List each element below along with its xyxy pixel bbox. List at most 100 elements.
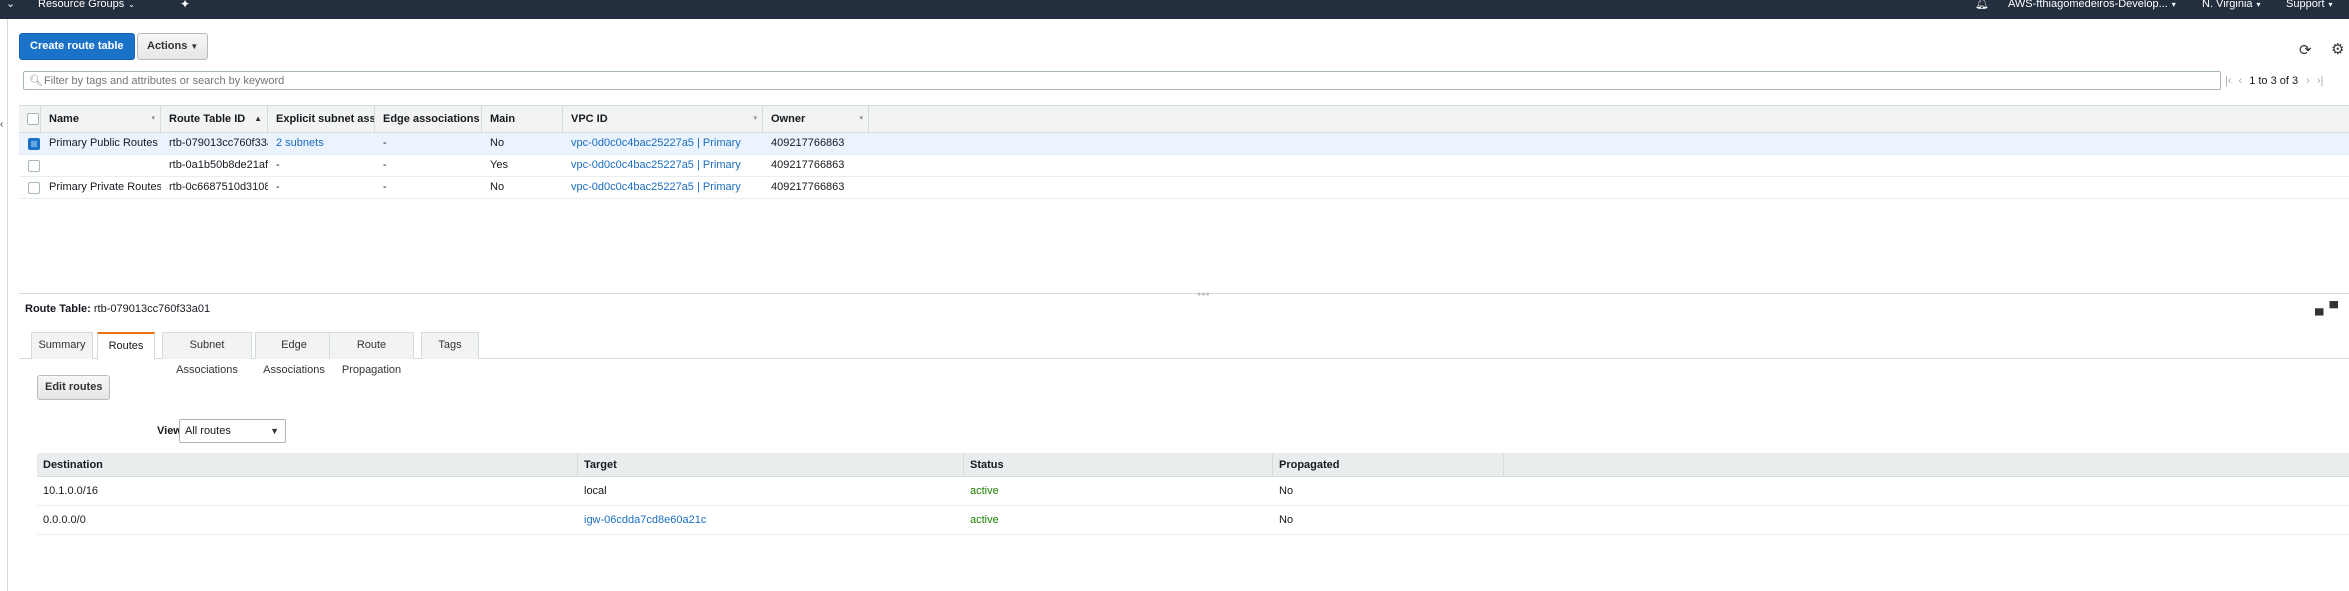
resource-groups-label: Resource Groups <box>38 0 125 10</box>
col-name[interactable]: Name ▾ <box>41 106 161 132</box>
grip-icon[interactable]: ●●● <box>1197 291 1210 298</box>
route-destination: 0.0.0.0/0 <box>43 514 86 526</box>
row-edge: - <box>383 159 387 171</box>
search-input[interactable] <box>44 74 2214 88</box>
support-label: Support <box>2286 0 2325 10</box>
pane-top-icon[interactable]: ▀ <box>2330 301 2345 315</box>
vpc-link[interactable]: vpc-0d0c0c4bac25227a5 | Primary <box>571 159 741 171</box>
chevron-down-icon: ⌄ <box>128 0 135 9</box>
row-name: Primary Private Routes <box>49 181 161 193</box>
row-route-table-id: rtb-0c6687510d3108e5f <box>169 181 268 193</box>
edit-routes-button[interactable]: Edit routes <box>37 375 111 400</box>
route-row: 0.0.0.0/0 igw-06cdda7cd8e60a21c active N… <box>37 506 2349 535</box>
col-main[interactable]: Main <box>482 106 563 132</box>
pagination: |‹ ‹ 1 to 3 of 3 › ›| <box>2225 72 2330 90</box>
next-page-icon[interactable]: › <box>2306 75 2310 87</box>
pane-splitter[interactable]: ●●● <box>19 291 2349 298</box>
refresh-icon[interactable]: ⟳ <box>2299 41 2312 59</box>
select-all-cell <box>19 106 41 132</box>
col-propagated[interactable]: Propagated <box>1273 453 1504 476</box>
resource-groups-menu[interactable]: Resource Groups ⌄ <box>38 0 135 19</box>
tab-subnet-associations[interactable]: Subnet Associations <box>162 332 252 376</box>
route-target[interactable]: igw-06cdda7cd8e60a21c <box>578 506 964 534</box>
last-page-icon[interactable]: ›| <box>2317 75 2324 87</box>
tab-routes[interactable]: Routes <box>97 332 155 360</box>
detail-title-id: rtb-079013cc760f33a01 <box>93 303 211 315</box>
table-row[interactable]: Primary Private Routes rtb-0c6687510d310… <box>19 177 2349 199</box>
select-all-checkbox[interactable] <box>27 113 39 125</box>
row-name <box>41 155 161 176</box>
row-edge: - <box>383 181 387 193</box>
col-status[interactable]: Status <box>964 453 1273 476</box>
detail-title-label: Route Table: <box>25 303 91 315</box>
col-owner[interactable]: Owner ▾ <box>763 106 869 132</box>
sort-icon: ▾ <box>753 115 757 122</box>
main-content: Create route table Actions ▼ ⟳ ⚙ 🔍︎ |‹ ‹ 1… <box>9 19 2349 591</box>
prev-page-icon[interactable]: ‹ <box>2239 75 2243 87</box>
row-main: No <box>490 181 505 193</box>
pane-layout-icons: ▄▀ <box>2315 301 2344 315</box>
support-menu[interactable]: Support ▾ <box>2286 0 2333 19</box>
chevron-down-icon: ▼ <box>190 42 199 51</box>
col-explicit-subnet[interactable]: Explicit subnet association <box>268 106 375 132</box>
pane-bottom-icon[interactable]: ▄ <box>2315 301 2330 315</box>
create-route-table-button[interactable]: Create route table <box>19 33 135 60</box>
tab-tags[interactable]: Tags <box>421 332 479 359</box>
col-vpc-id[interactable]: VPC ID ▾ <box>563 106 763 132</box>
row-vpc[interactable]: vpc-0d0c0c4bac25227a5 | Primary <box>563 177 763 198</box>
subnets-link[interactable]: 2 subnets <box>276 137 324 149</box>
igw-link[interactable]: igw-06cdda7cd8e60a21c <box>584 514 706 526</box>
row-checkbox[interactable] <box>28 182 40 194</box>
pin-icon[interactable]: ✦ <box>180 0 190 19</box>
sort-icon: ▾ <box>151 115 155 122</box>
route-tables-grid: Name ▾ Route Table ID ▲ Explicit subnet as… <box>19 105 2349 199</box>
first-page-icon[interactable]: |‹ <box>2225 75 2232 87</box>
col-name-label: Name <box>49 113 79 125</box>
vpc-link[interactable]: vpc-0d0c0c4bac25227a5 | Primary <box>571 181 741 193</box>
chevron-down-icon: ▾ <box>2328 0 2333 9</box>
actions-button[interactable]: Actions ▼ <box>137 33 209 60</box>
row-subnet: - <box>276 181 280 193</box>
tab-summary[interactable]: Summary <box>31 332 93 359</box>
search-icon: 🔍︎ <box>29 75 43 87</box>
account-menu[interactable]: AWS-fthiagomedeiros-Develop... ▾ <box>2008 0 2176 19</box>
chevron-down-icon: ▼ <box>270 426 279 436</box>
col-target[interactable]: Target <box>578 453 964 476</box>
col-explicit-subnet-label: Explicit subnet association <box>276 113 374 125</box>
row-checkbox[interactable] <box>28 160 40 172</box>
detail-tabs: Summary Routes Subnet Associations Edge … <box>19 332 2349 376</box>
table-row[interactable]: Primary Public Routes rtb-079013cc760f33… <box>19 133 2349 155</box>
region-menu[interactable]: N. Virginia ▾ <box>2202 0 2261 19</box>
chevron-down-icon: ▾ <box>2171 0 2176 9</box>
bell-icon[interactable]: 🔔︎ <box>1975 0 1989 19</box>
view-select[interactable]: All routes ▼ <box>179 419 286 443</box>
table-row[interactable]: rtb-0a1b50b8de21af592 - - Yes vpc-0d0c0c… <box>19 155 2349 177</box>
sidebar-toggle-icon[interactable]: ‹ <box>0 119 3 130</box>
row-subnet-link[interactable]: 2 subnets <box>268 133 375 154</box>
col-route-table-id[interactable]: Route Table ID ▲ <box>161 106 268 132</box>
col-destination[interactable]: Destination <box>37 453 578 476</box>
row-route-table-id: rtb-0a1b50b8de21af592 <box>169 159 268 171</box>
route-row: 10.1.0.0/16 local active No <box>37 477 2349 506</box>
row-vpc[interactable]: vpc-0d0c0c4bac25227a5 | Primary <box>563 133 763 154</box>
col-route-table-id-label: Route Table ID <box>169 113 246 125</box>
gear-icon[interactable]: ⚙ <box>2331 40 2344 58</box>
tab-edge-associations[interactable]: Edge Associations <box>255 332 333 376</box>
collapsed-sidebar[interactable]: ‹ <box>0 19 8 591</box>
row-owner: 409217766863 <box>771 181 845 193</box>
row-checkbox[interactable] <box>28 138 40 150</box>
row-name: Primary Public Routes <box>49 137 158 149</box>
grid-header: Name ▾ Route Table ID ▲ Explicit subnet as… <box>19 105 2349 133</box>
col-owner-label: Owner <box>771 113 806 125</box>
region-label: N. Virginia <box>2202 0 2253 10</box>
routes-table: Destination Target Status Propagated 10.… <box>37 453 2349 535</box>
row-main: No <box>490 137 505 149</box>
chevron-down-icon[interactable]: ⌄ <box>6 0 15 19</box>
account-label: AWS-fthiagomedeiros-Develop... <box>2008 0 2168 10</box>
row-vpc[interactable]: vpc-0d0c0c4bac25227a5 | Primary <box>563 155 763 176</box>
tab-route-propagation[interactable]: Route Propagation <box>329 332 414 376</box>
filter-bar: 🔍︎ <box>23 71 2221 90</box>
view-select-value: All routes <box>185 425 231 437</box>
vpc-link[interactable]: vpc-0d0c0c4bac25227a5 | Primary <box>571 137 741 149</box>
col-edge-associations[interactable]: Edge associations <box>375 106 482 132</box>
